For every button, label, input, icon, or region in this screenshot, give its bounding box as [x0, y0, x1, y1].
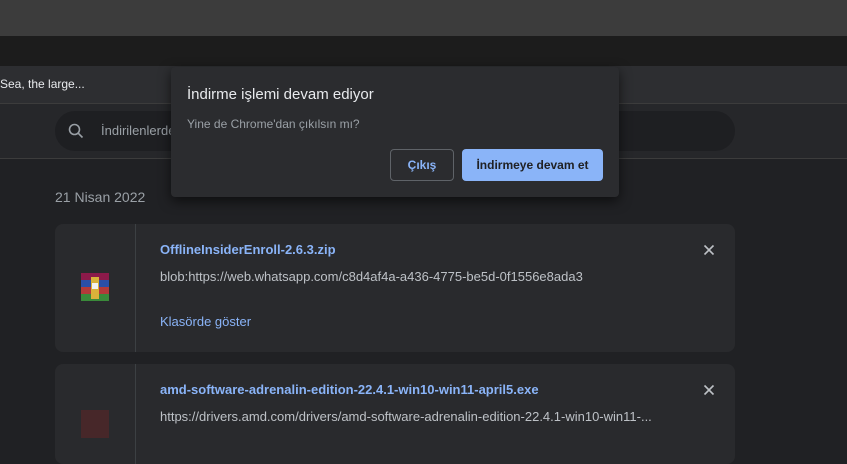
close-icon[interactable]	[699, 380, 719, 400]
dialog-message: Yine de Chrome'dan çıkılsın mı?	[187, 117, 360, 131]
file-name-link[interactable]: amd-software-adrenalin-edition-22.4.1-wi…	[160, 382, 539, 397]
exit-button[interactable]: Çıkış	[390, 149, 454, 181]
file-source-url: https://drivers.amd.com/drivers/amd-soft…	[160, 409, 652, 424]
date-group-label: 21 Nisan 2022	[55, 189, 146, 205]
dialog-title: İndirme işlemi devam ediyor	[187, 86, 374, 103]
exit-confirmation-dialog: İndirme işlemi devam ediyor Yine de Chro…	[171, 67, 619, 197]
file-name-link[interactable]: OfflineInsiderEnroll-2.6.3.zip	[160, 242, 336, 257]
bookmark-item[interactable]: Sea, the large...	[0, 77, 85, 91]
close-icon[interactable]	[699, 240, 719, 260]
show-in-folder-link[interactable]: Klasörde göster	[160, 314, 251, 329]
browser-tab-strip	[0, 0, 847, 36]
search-input[interactable]: İndirilenlerde	[101, 123, 175, 138]
continue-download-button[interactable]: İndirmeye devam et	[462, 149, 603, 181]
winrar-archive-icon	[81, 273, 109, 301]
card-divider	[135, 364, 136, 464]
card-divider	[135, 224, 136, 352]
download-item: OfflineInsiderEnroll-2.6.3.zip blob:http…	[55, 224, 735, 352]
download-item: amd-software-adrenalin-edition-22.4.1-wi…	[55, 364, 735, 464]
browser-toolbar	[0, 36, 847, 66]
file-source-url: blob:https://web.whatsapp.com/c8d4af4a-a…	[160, 269, 583, 284]
amd-installer-icon	[81, 410, 109, 438]
search-icon	[68, 123, 84, 139]
